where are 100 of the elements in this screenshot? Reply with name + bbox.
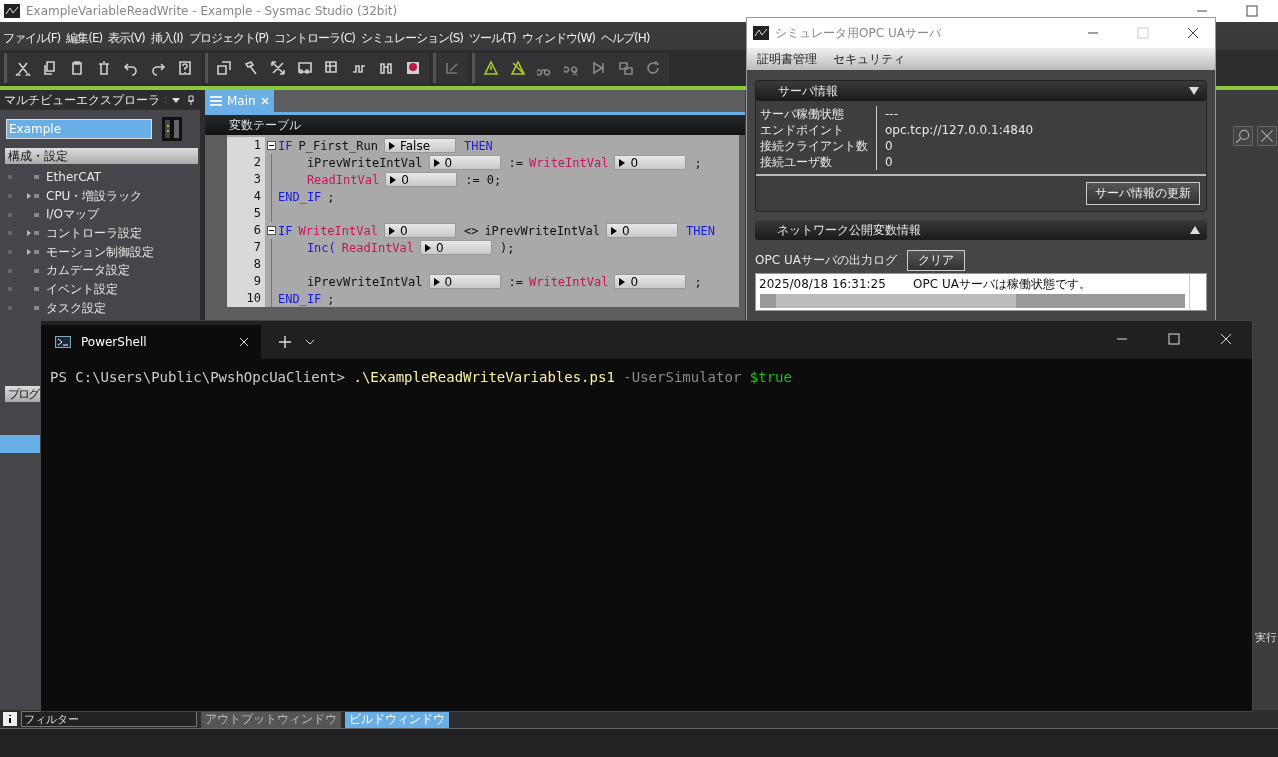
search-icon[interactable] (1233, 126, 1253, 146)
section-header[interactable]: 構成・設定 (5, 148, 198, 164)
log-label: OPC UAサーバの出力ログ (755, 252, 897, 269)
value-box[interactable]: 0 (383, 223, 456, 238)
code-token: iPrevWriteIntVal (305, 155, 423, 170)
menu-item[interactable]: コントローラ(C) (274, 29, 356, 47)
section-bar[interactable]: 変数テーブル (205, 115, 745, 135)
info-label: サーバ稼働状態 (760, 106, 877, 122)
line-number: 3 (227, 171, 265, 188)
table-icon[interactable] (324, 60, 340, 76)
windows-icon[interactable] (216, 60, 232, 76)
line-number: 9 (227, 273, 265, 290)
menu-item[interactable]: ファイル(F) (3, 29, 61, 47)
value-box[interactable]: 0 (428, 155, 501, 170)
terminal-icon (55, 336, 71, 348)
code-token: WriteIntVal (528, 274, 609, 289)
list-icon (209, 95, 223, 107)
line-number: 1 (227, 137, 265, 154)
value-box[interactable]: 0 (420, 240, 493, 255)
clipboard-icon[interactable] (69, 60, 85, 76)
code-token: ; (327, 189, 335, 204)
line-number: 10 (227, 290, 265, 307)
refresh-icon[interactable] (645, 60, 661, 76)
alert-icon[interactable] (405, 60, 421, 76)
app-logo-icon (4, 4, 20, 18)
warning-slash-icon[interactable] (510, 60, 526, 76)
code-token: iPrevWriteIntVal (484, 223, 600, 238)
info-label: 接続ユーザ数 (760, 154, 877, 170)
menu-item[interactable]: シミュレーション(S) (361, 29, 464, 47)
log-message: OPC UAサーバは稼働状態です。 (913, 275, 1091, 293)
tree-item[interactable]: イベント設定 (46, 280, 118, 298)
maximize-icon (1137, 27, 1149, 39)
clear-button[interactable]: クリア (906, 250, 965, 271)
plus-icon[interactable] (279, 336, 291, 348)
value-box[interactable]: 0 (614, 274, 687, 289)
code-token: ; (327, 291, 335, 306)
copy-icon[interactable] (42, 60, 58, 76)
trash-icon[interactable] (96, 60, 112, 76)
code-token: Inc( (305, 240, 336, 255)
menu-item[interactable]: ツール(T) (469, 29, 516, 47)
info-label: エンドポイント (760, 122, 877, 138)
tree-item[interactable]: コントローラ設定 (46, 224, 142, 242)
line-number: 7 (227, 239, 265, 256)
squares-icon[interactable] (618, 60, 634, 76)
section-bar[interactable]: ネットワーク公開変数情報 (755, 220, 1207, 240)
help-icon[interactable] (177, 60, 193, 76)
app-logo-icon (753, 26, 769, 40)
pin-icon[interactable] (186, 95, 196, 105)
panel-label: 実行 (1255, 630, 1277, 645)
controller-icon (162, 116, 182, 142)
window-title: シミュレータ用OPC UAサーバ (775, 24, 941, 42)
menu-item[interactable]: 挿入(I) (150, 29, 183, 47)
expand-icon[interactable] (1189, 225, 1201, 235)
code-token: IF (278, 223, 293, 238)
value-box[interactable]: False (383, 138, 456, 153)
command: .\ExampleReadWriteVariables.ps1 (353, 369, 615, 385)
section-bar[interactable]: サーバ情報 (756, 81, 1206, 101)
code-token: IF (278, 138, 293, 153)
tree-node-icon[interactable] (26, 229, 40, 238)
line-number: 6 (227, 222, 265, 239)
tree-item[interactable]: タスク設定 (46, 299, 106, 317)
maximize-icon[interactable] (1246, 5, 1258, 17)
cross-arrows-icon[interactable] (270, 60, 286, 76)
value-box[interactable]: 0 (428, 274, 501, 289)
dropdown-icon[interactable] (171, 95, 181, 105)
menu-item[interactable]: ヘルプ(H) (601, 29, 650, 47)
tree-item[interactable]: カムデータ設定 (46, 262, 130, 280)
menu-item[interactable]: 編集(E) (66, 29, 103, 47)
line-number: 8 (227, 256, 265, 273)
tree-item[interactable]: CPU・増設ラック (46, 187, 143, 205)
menu-item[interactable]: ウィンドウ(W) (521, 29, 595, 47)
undo-icon[interactable] (123, 60, 139, 76)
menu-item[interactable]: プロジェクト(P) (188, 29, 269, 47)
warning-icon[interactable] (483, 60, 499, 76)
tree-node-icon[interactable] (26, 248, 40, 257)
terminal-tab[interactable]: PowerShell (41, 325, 261, 359)
code-token: END_IF (278, 189, 322, 204)
horizontal-scrollbar[interactable] (760, 294, 1185, 308)
info-icon (3, 712, 17, 726)
step-icon[interactable] (591, 60, 607, 76)
tree-item[interactable]: モーション制御設定 (46, 243, 154, 261)
hammer-icon[interactable] (243, 60, 259, 76)
argument: $true (749, 369, 792, 385)
close-icon[interactable] (1187, 27, 1199, 39)
menu-item[interactable]: 証明書管理 (757, 50, 817, 68)
dropdown-icon[interactable] (305, 339, 315, 345)
refresh-button[interactable]: サーバ情報の更新 (1086, 182, 1200, 205)
menu-item[interactable]: 表示(V) (108, 29, 145, 47)
section-header[interactable]: プログ (5, 385, 40, 402)
value-box[interactable]: 0 (385, 172, 458, 187)
selected-row[interactable] (0, 434, 40, 453)
redo-icon[interactable] (150, 60, 166, 76)
info-label: 接続クライアント数 (760, 138, 877, 154)
value-box[interactable]: 0 (606, 223, 678, 238)
menu-item[interactable]: セキュリティ (833, 50, 905, 68)
tree-item[interactable]: I/Oマップ (46, 206, 100, 224)
value-box[interactable]: 0 (614, 155, 687, 170)
scissors-icon[interactable] (15, 60, 31, 76)
tree-item[interactable]: EtherCAT (46, 170, 102, 185)
tree-node-icon[interactable] (26, 192, 40, 201)
